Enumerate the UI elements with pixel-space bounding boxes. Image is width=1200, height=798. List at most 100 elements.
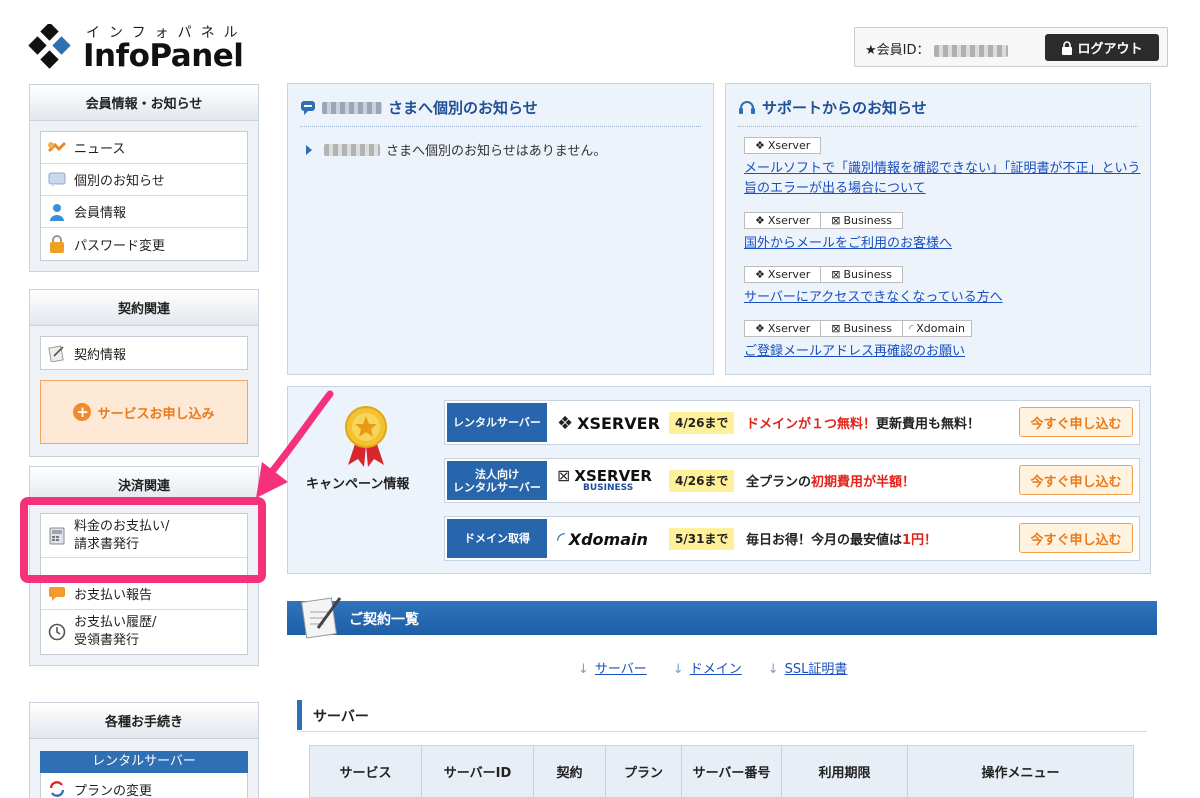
column-header: 契約 (533, 745, 606, 798)
support-link[interactable]: ご登録メールアドレス再確認のお願い (744, 342, 1144, 362)
sidebar-item-individual-notice[interactable]: 個別のお知らせ (41, 164, 247, 196)
service-tags: ❖ Xserver (744, 137, 1144, 155)
individual-notice-title: さまへ個別のお知らせ (300, 97, 538, 118)
logout-label: ログアウト (1077, 42, 1143, 57)
column-header: サービス (309, 745, 422, 798)
sidebar-item-payment-history[interactable]: お支払い履歴/受領書発行 (41, 610, 247, 654)
apply-now-button[interactable]: 今すぐ申し込む (1019, 407, 1133, 437)
xserver-diamond-icon: ❖ (755, 139, 765, 152)
business-box-icon: ⊠ (831, 322, 841, 335)
sidebar-item-password[interactable]: パスワード変更 (41, 228, 247, 260)
jump-link-label[interactable]: ドメイン (690, 662, 742, 677)
apply-now-button[interactable]: 今すぐ申し込む (1019, 465, 1133, 495)
logout-button[interactable]: ログアウト (1045, 34, 1159, 61)
campaign-row-business: 法人向け レンタルサーバー ⊠ XSERVER BUSINESS 4/26まで 全プ… (444, 458, 1140, 503)
sidebar-item-label: 会員情報 (74, 206, 127, 221)
xserver-diamond-icon: ❖ (755, 322, 765, 335)
sidebar-item-member-info[interactable]: 会員情報 (41, 196, 247, 228)
tag-business: ⊠ Business (821, 266, 903, 283)
chat-icon (47, 584, 67, 604)
jump-link-label[interactable]: サーバー (595, 662, 647, 677)
service-apply-label: サービスお申し込み (97, 406, 215, 422)
tag-label: Xserver (767, 268, 811, 281)
tag-xserver: ❖ Xserver (744, 266, 822, 283)
column-header: サーバーID (421, 745, 534, 798)
lock-icon (47, 234, 67, 254)
jump-link-label[interactable]: SSL証明書 (785, 662, 848, 677)
service-tags: ❖ Xserver ⊠ Business (744, 212, 1144, 230)
campaign-text: 全プランの初期費用が半額！ (746, 471, 915, 490)
member-id-blurred (933, 44, 1008, 57)
sidebar-item-label: お支払い履歴/受領書発行 (74, 614, 156, 650)
column-header: 操作メニュー (907, 745, 1134, 798)
business-box-icon: ⊠ (831, 214, 841, 227)
xserver-logo: ❖ XSERVER (557, 408, 667, 438)
logo-mark-icon (28, 24, 71, 69)
sidebar-member-title: 会員情報・お知らせ (30, 85, 258, 121)
panel-divider (300, 126, 701, 127)
jump-link-domain[interactable]: ↓ ドメイン (673, 658, 742, 677)
server-section-title: サーバー (313, 709, 369, 725)
support-notice-title-text: サポートからのお知らせ (762, 99, 927, 117)
headset-icon (739, 100, 755, 114)
document-pen-icon (301, 597, 342, 639)
contract-jump-links: ↓ サーバー ↓ ドメイン ↓ SSL証明書 (578, 658, 847, 677)
campaign-panel: キャンペーン情報 レンタルサーバー ❖ XSERVER 4/26まで ドメインが… (287, 386, 1151, 574)
tag-label: Business (843, 268, 892, 281)
tag-label: Xdomain (916, 322, 965, 335)
xdomain-arc-icon: ◜ (908, 322, 914, 335)
sidebar-item-contract-info[interactable]: 契約情報 (41, 337, 247, 369)
campaign-text: ドメインが１つ無料！更新費用も無料！ (746, 413, 980, 432)
label-line1: お支払い履歴/ (74, 615, 157, 630)
xserver-diamond-icon: ❖ (557, 412, 574, 434)
campaign-date: 4/26まで (669, 412, 735, 434)
tag-label: Xserver (767, 322, 811, 335)
apply-now-button[interactable]: 今すぐ申し込む (1019, 523, 1133, 553)
campaign-text-red: 初期費用が半額！ (811, 475, 916, 490)
campaign-category: ドメイン取得 (447, 519, 547, 558)
support-link[interactable]: 国外からメールをご利用のお客様へ (744, 234, 1144, 254)
xdomain-arc-icon: ◜ (557, 527, 565, 551)
service-apply-button[interactable]: + サービスお申し込み (40, 380, 248, 444)
message-icon (47, 170, 67, 190)
sidebar-item-label: 契約情報 (74, 347, 127, 363)
section-accent-bar (297, 700, 302, 730)
change-icon (47, 779, 67, 798)
sidebar-item-news[interactable]: ニュース (41, 132, 247, 164)
xdomain-logo: ◜ Xdomain (557, 524, 667, 554)
business-box-icon: ⊠ (831, 268, 841, 281)
support-item: ❖ Xserver ⊠ Business サーバーにアクセスできなくなっている方へ (744, 266, 1144, 308)
sidebar-item-label: ニュース (74, 142, 126, 157)
sidebar-item-plan-change[interactable]: プランの変更 (41, 773, 247, 798)
logo-text: Xdomain (568, 529, 648, 549)
sidebar-contract-section: 契約関連 契約情報 + サービスお申し込み (29, 289, 259, 457)
tag-label: Xserver (767, 214, 811, 227)
arrow-down-icon: ↓ (672, 662, 684, 677)
jump-link-server[interactable]: ↓ サーバー (578, 658, 647, 677)
campaign-row-xserver: レンタルサーバー ❖ XSERVER 4/26まで ドメインが１つ無料！更新費用… (444, 400, 1140, 445)
support-notice-panel: サポートからのお知らせ ❖ Xserver メールソフトで「識別情報を確認できない… (725, 83, 1151, 375)
panel-divider (738, 126, 1138, 127)
infopanel-logo[interactable]: インフォパネル InfoPanel (28, 20, 248, 74)
contract-icon (47, 343, 67, 363)
campaign-text-red: 1円！ (902, 533, 938, 548)
sidebar-item-label: プランの変更 (74, 783, 153, 798)
support-item: ❖ Xserver ⊠ Business ◜ Xdomain ご登録メールアドレス再確… (744, 320, 1144, 362)
logo-text: XSERVER (577, 413, 660, 433)
support-link[interactable]: サーバーにアクセスできなくなっている方へ (744, 288, 1144, 308)
campaign-category: レンタルサーバー (447, 403, 547, 442)
support-link[interactable]: メールソフトで「識別情報を確認できない」「証明書が不正」という旨のエラーが出る場… (744, 159, 1144, 199)
tag-xdomain: ◜ Xdomain (902, 320, 972, 337)
sidebar-member-section: 会員情報・お知らせ ニュース 個別のお知らせ 会員情報 パスワード変更 (29, 84, 259, 272)
campaign-date: 4/26まで (669, 470, 735, 492)
tag-xserver: ❖ Xserver (744, 137, 822, 154)
tag-business: ⊠ Business (821, 212, 903, 229)
column-header: 利用期限 (781, 745, 908, 798)
tag-xserver: ❖ Xserver (744, 212, 822, 229)
news-icon (47, 138, 67, 158)
individual-notice-message: さまへ個別のお知らせはありません。 (306, 140, 606, 159)
individual-notice-message-text: さまへ個別のお知らせはありません。 (386, 144, 607, 159)
support-item: ❖ Xserver ⊠ Business 国外からメールをご利用のお客様へ (744, 212, 1144, 254)
tag-label: Business (843, 214, 892, 227)
jump-link-ssl[interactable]: ↓ SSL証明書 (768, 658, 848, 677)
